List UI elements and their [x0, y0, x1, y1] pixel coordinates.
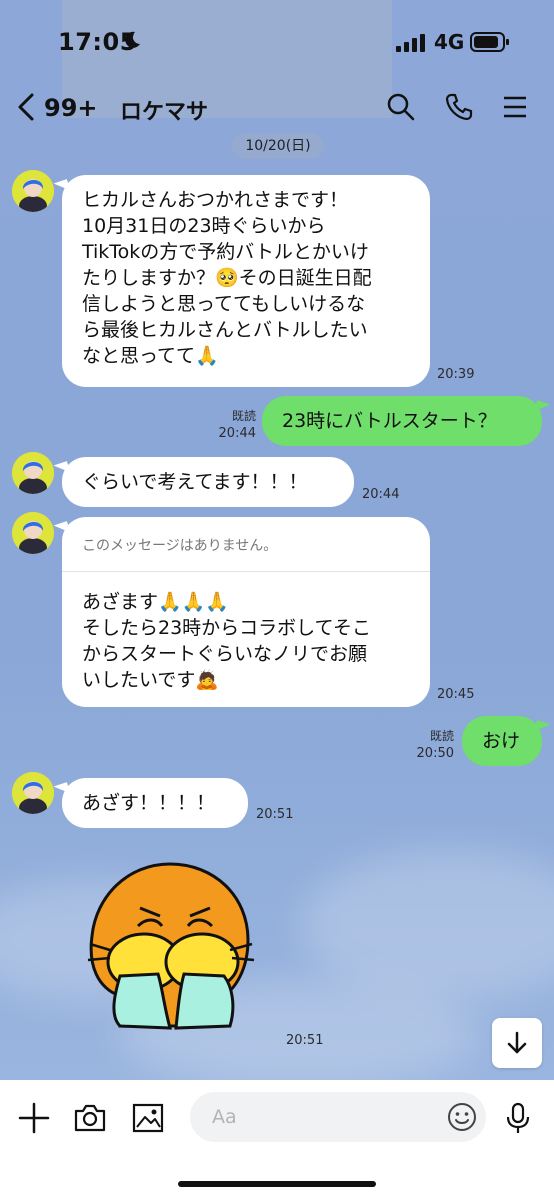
- message-time: 20:39: [437, 367, 475, 382]
- message-text: 23時にバトルスタート？: [282, 410, 497, 432]
- search-icon[interactable]: [386, 92, 416, 122]
- message-time: 20:45: [437, 687, 475, 702]
- battery-icon: [470, 32, 509, 52]
- chat-title: ロケマサ: [120, 100, 209, 125]
- message-meta: 既読 20:44: [206, 408, 256, 442]
- avatar[interactable]: [12, 772, 54, 814]
- smile-icon[interactable]: [446, 1101, 478, 1133]
- sticker-image[interactable]: [80, 856, 260, 1032]
- message-time: 20:51: [286, 1033, 324, 1048]
- message-bubble[interactable]: ヒカルさんおつかれさまです！ 10月31日の23時ぐらいから TikTokの方で…: [62, 175, 430, 387]
- date-separator: 10/20(日): [232, 133, 324, 159]
- chevron-left-icon[interactable]: [14, 92, 40, 122]
- message-text: ヒカルさんおつかれさまです！ 10月31日の23時ぐらいから TikTokの方で…: [82, 189, 372, 367]
- quoted-message[interactable]: このメッセージはありません。: [82, 533, 410, 559]
- menu-icon[interactable]: [500, 92, 530, 122]
- avatar[interactable]: [12, 170, 54, 212]
- message-bubble[interactable]: あざす！！！！: [62, 778, 248, 828]
- quote-divider: [62, 571, 430, 572]
- avatar[interactable]: [12, 452, 54, 494]
- message-bubble[interactable]: おけ: [462, 716, 542, 766]
- status-bar: 17:05 4G: [0, 0, 554, 80]
- arrow-down-icon: [507, 1031, 527, 1054]
- message-bubble[interactable]: 23時にバトルスタート？: [262, 396, 542, 446]
- read-receipt: 既読: [429, 729, 454, 743]
- network-type: 4G: [434, 30, 465, 54]
- message-text: ぐらいで考えてます！！！: [82, 471, 308, 493]
- plus-icon[interactable]: [16, 1100, 52, 1136]
- message-time: 20:44: [218, 426, 256, 441]
- camera-icon[interactable]: [72, 1100, 108, 1136]
- message-bubble[interactable]: ぐらいで考えてます！！！: [62, 457, 354, 507]
- chat-header: 99+ ロケマサ: [0, 80, 554, 140]
- signal-icon: [396, 34, 425, 52]
- message-time: 20:51: [256, 807, 294, 822]
- image-icon[interactable]: [130, 1100, 166, 1136]
- scroll-down-button[interactable]: [492, 1018, 542, 1068]
- message-time: 20:50: [416, 746, 454, 761]
- moon-icon: [125, 31, 140, 48]
- avatar[interactable]: [12, 512, 54, 554]
- message-input[interactable]: Aa: [190, 1092, 486, 1142]
- home-indicator: [178, 1181, 376, 1187]
- microphone-icon[interactable]: [500, 1100, 536, 1136]
- read-receipt: 既読: [231, 409, 256, 423]
- message-text: あざます🙏🙏🙏 そしたら23時からコラボしてそこ からスタートぐらいなノリでお願…: [82, 591, 372, 691]
- phone-icon[interactable]: [444, 92, 474, 122]
- message-text: おけ: [482, 730, 521, 752]
- unread-count[interactable]: 99+: [44, 94, 98, 122]
- message-text: あざす！！！！: [82, 792, 216, 814]
- message-time: 20:44: [362, 487, 400, 502]
- message-bubble[interactable]: このメッセージはありません。 あざます🙏🙏🙏 そしたら23時からコラボしてそこ …: [62, 517, 430, 707]
- message-meta: 既読 20:50: [412, 728, 454, 762]
